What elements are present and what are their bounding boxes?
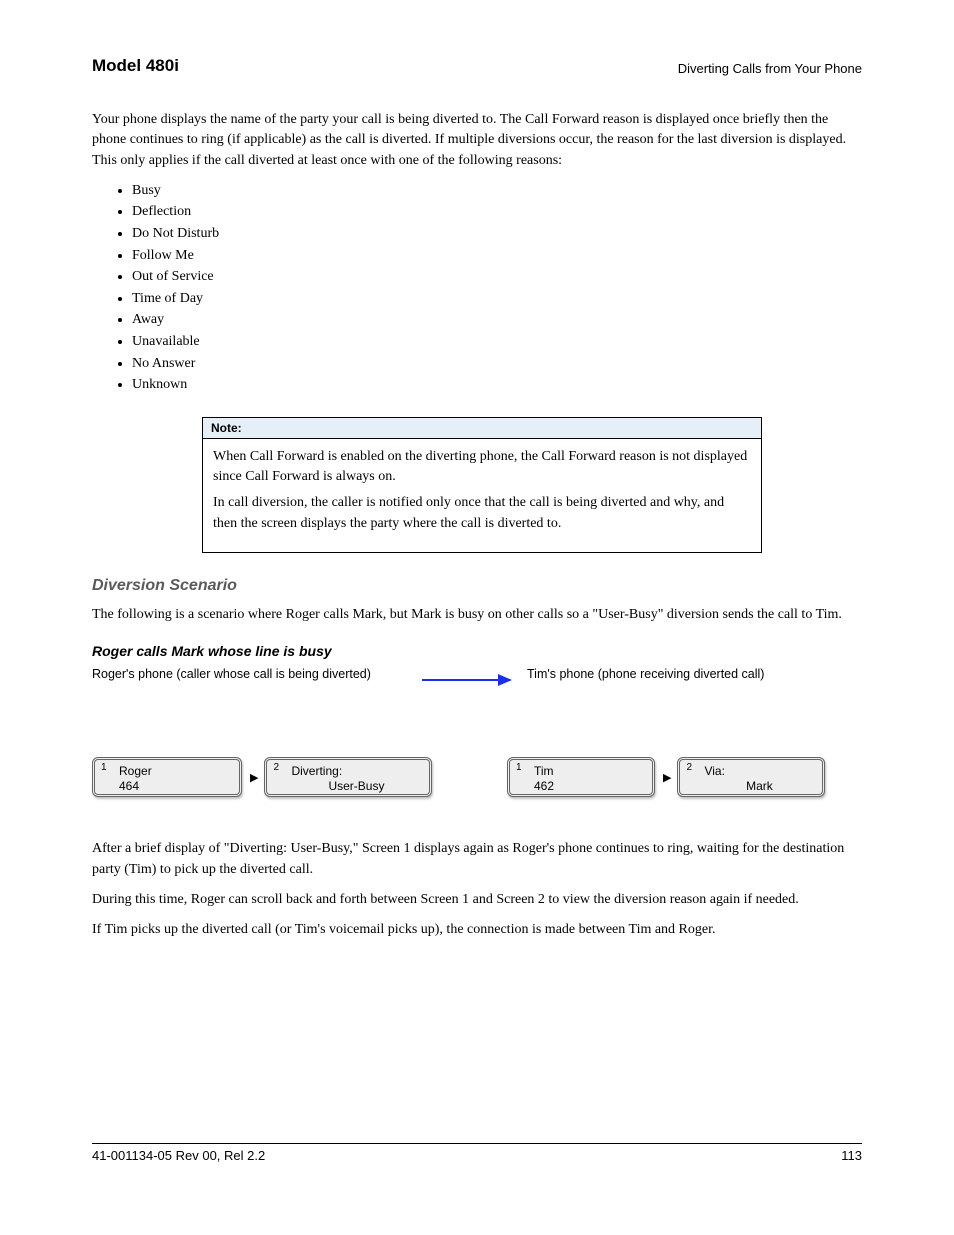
lcd-row: 1 Roger 464 ▶ 2 Diverting: User-Busy 1 T… bbox=[92, 757, 862, 817]
scenario-intro-text: The following is a scenario where Roger … bbox=[92, 605, 862, 625]
tim-screen-2: 2 Via: Mark bbox=[677, 757, 825, 797]
reason-item: Unknown bbox=[132, 375, 862, 395]
screen-index: 1 bbox=[516, 762, 522, 775]
lcd-line: 464 bbox=[119, 779, 231, 794]
reason-item: Away bbox=[132, 310, 862, 330]
footer-revision: 41-001134-05 Rev 00, Rel 2.2 bbox=[92, 1148, 265, 1163]
scenario-intro: The following is a scenario where Roger … bbox=[92, 605, 862, 625]
reason-item: Deflection bbox=[132, 202, 862, 222]
lcd-line: User-Busy bbox=[291, 779, 421, 794]
note-label: Note: bbox=[203, 418, 761, 439]
lcd-line: Diverting: bbox=[291, 764, 421, 779]
triangle-right-icon: ▶ bbox=[661, 771, 671, 784]
note-body: When Call Forward is enabled on the dive… bbox=[203, 439, 761, 552]
screen-index: 1 bbox=[101, 762, 107, 775]
lcd-line: Roger bbox=[119, 764, 231, 779]
after-diagram-text: After a brief display of "Diverting: Use… bbox=[92, 839, 862, 940]
reason-item: Unavailable bbox=[132, 332, 862, 352]
scenario-heading: Diversion Scenario bbox=[92, 577, 862, 595]
roger-screen-1: 1 Roger 464 bbox=[92, 757, 242, 797]
footer-page-number: 113 bbox=[841, 1148, 862, 1163]
roger-screen-2: 2 Diverting: User-Busy bbox=[264, 757, 432, 797]
intro-paragraph: Your phone displays the name of the part… bbox=[92, 110, 862, 171]
phone-label-receiver: Tim's phone (phone receiving diverted ca… bbox=[527, 667, 764, 681]
scenario-subheading: Roger calls Mark whose line is busy bbox=[92, 643, 862, 659]
reason-item: Time of Day bbox=[132, 289, 862, 309]
intro-section: Your phone displays the name of the part… bbox=[92, 110, 862, 395]
tim-screens: 1 Tim 462 ▶ 2 Via: Mark bbox=[507, 757, 825, 797]
after-para-3: If Tim picks up the diverted call (or Ti… bbox=[92, 920, 862, 940]
diagram-labels: Roger's phone (caller whose call is bein… bbox=[92, 667, 862, 747]
tim-screen-1: 1 Tim 462 bbox=[507, 757, 655, 797]
arrow-icon bbox=[422, 673, 512, 687]
note-box: Note: When Call Forward is enabled on th… bbox=[202, 417, 762, 553]
screen-index: 2 bbox=[273, 762, 279, 775]
reason-item: Follow Me bbox=[132, 246, 862, 266]
roger-screens: 1 Roger 464 ▶ 2 Diverting: User-Busy bbox=[92, 757, 432, 797]
reason-item: Do Not Disturb bbox=[132, 224, 862, 244]
reason-item: Busy bbox=[132, 181, 862, 201]
reason-item: Out of Service bbox=[132, 267, 862, 287]
section-title: Diverting Calls from Your Phone bbox=[678, 61, 862, 76]
lcd-line: Tim bbox=[534, 764, 644, 779]
page-header: Model 480i Diverting Calls from Your Pho… bbox=[92, 56, 862, 76]
phone-label-caller: Roger's phone (caller whose call is bein… bbox=[92, 667, 371, 681]
lcd-line: Mark bbox=[704, 779, 814, 794]
model-title: Model 480i bbox=[92, 56, 179, 76]
after-para-1: After a brief display of "Diverting: Use… bbox=[92, 839, 862, 880]
note-line-1: When Call Forward is enabled on the dive… bbox=[213, 447, 751, 488]
reason-item: No Answer bbox=[132, 354, 862, 374]
lcd-line: Via: bbox=[704, 764, 814, 779]
note-line-2: In call diversion, the caller is notifie… bbox=[213, 493, 751, 534]
lcd-line: 462 bbox=[534, 779, 644, 794]
page-footer: 41-001134-05 Rev 00, Rel 2.2 113 bbox=[92, 1143, 862, 1163]
after-para-2: During this time, Roger can scroll back … bbox=[92, 890, 862, 910]
triangle-right-icon: ▶ bbox=[248, 771, 258, 784]
screen-index: 2 bbox=[686, 762, 692, 775]
reason-list: Busy Deflection Do Not Disturb Follow Me… bbox=[132, 181, 862, 395]
